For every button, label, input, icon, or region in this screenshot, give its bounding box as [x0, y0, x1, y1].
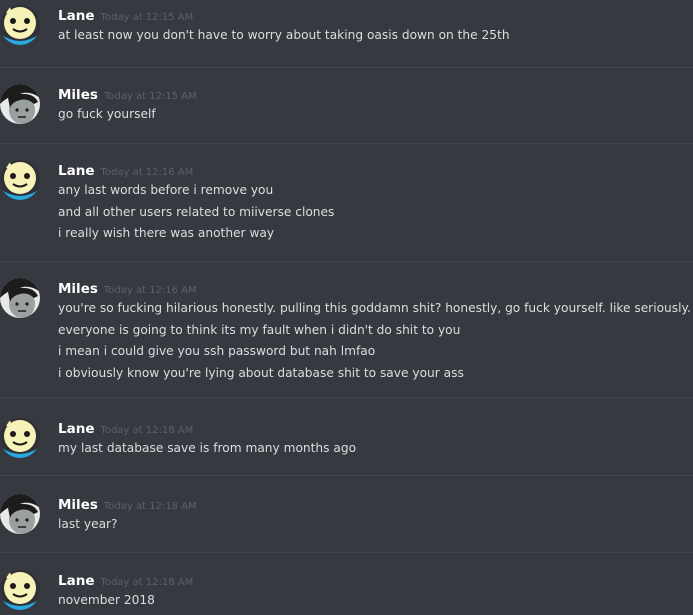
- username[interactable]: Lane: [58, 573, 94, 589]
- message-line: you're so fucking hilarious honestly. pu…: [58, 301, 691, 315]
- message-line: i obviously know you're lying about data…: [58, 365, 464, 380]
- miles-avatar-icon[interactable]: [0, 278, 40, 318]
- lane-avatar-icon[interactable]: [0, 418, 40, 458]
- message-group: Lane Today at 12:18 AM my last database s…: [0, 418, 693, 470]
- message-divider: [0, 261, 693, 262]
- username[interactable]: Lane: [58, 421, 94, 437]
- message-header: Lane Today at 12:18 AM: [58, 418, 193, 438]
- message-content: go fuck yourself: [58, 104, 688, 126]
- timestamp: Today at 12:18 AM: [100, 425, 194, 436]
- message-header: Lane Today at 12:15 AM: [58, 5, 193, 25]
- message-content: november 2018: [58, 590, 688, 612]
- message-line: any last words before i remove you: [58, 183, 274, 197]
- message-divider: [0, 397, 693, 398]
- username[interactable]: Miles: [58, 281, 98, 297]
- timestamp: Today at 12:18 AM: [100, 577, 194, 588]
- message-divider: [0, 552, 693, 553]
- message-line: go fuck yourself: [58, 107, 156, 121]
- username[interactable]: Lane: [58, 163, 94, 179]
- username[interactable]: Miles: [58, 497, 98, 513]
- message-group: Lane Today at 12:18 AM november 2018: [0, 570, 693, 615]
- lane-avatar-icon[interactable]: [0, 570, 40, 610]
- message-line: i really wish there was another way: [58, 226, 275, 240]
- message-header: Lane Today at 12:16 AM: [58, 160, 193, 180]
- message-line: november 2018: [58, 593, 155, 607]
- username[interactable]: Lane: [58, 8, 94, 24]
- timestamp: Today at 12:16 AM: [100, 167, 194, 178]
- message-content: my last database save is from many month…: [58, 438, 688, 460]
- message-group: Miles Today at 12:15 AM go fuck yourself: [0, 84, 693, 136]
- timestamp: Today at 12:16 AM: [103, 285, 197, 296]
- message-line: my last database save is from many month…: [58, 441, 357, 455]
- message-content: at least now you don't have to worry abo…: [58, 25, 688, 47]
- message-content: you're so fucking hilarious honestly. pu…: [58, 298, 691, 384]
- message-group: Lane Today at 12:16 AM any last words bef…: [0, 160, 693, 250]
- message-divider: [0, 143, 693, 144]
- message-group: Lane Today at 12:15 AM at least now you d…: [0, 5, 693, 65]
- message-line: and all other users related to miiverse …: [58, 204, 335, 219]
- lane-avatar-icon[interactable]: [0, 5, 40, 45]
- message-header: Miles Today at 12:16 AM: [58, 278, 197, 298]
- message-group: Miles Today at 12:16 AM you're so fucking…: [0, 278, 693, 388]
- lane-avatar-icon[interactable]: [0, 160, 40, 200]
- timestamp: Today at 12:15 AM: [103, 91, 197, 102]
- message-header: Lane Today at 12:18 AM: [58, 570, 193, 590]
- username[interactable]: Miles: [58, 87, 98, 103]
- timestamp: Today at 12:15 AM: [100, 12, 194, 23]
- message-divider: [0, 67, 693, 68]
- message-group: Miles Today at 12:18 AM last year?: [0, 494, 693, 546]
- message-header: Miles Today at 12:15 AM: [58, 84, 197, 104]
- message-line: last year?: [58, 517, 118, 531]
- timestamp: Today at 12:18 AM: [103, 501, 197, 512]
- message-line: at least now you don't have to worry abo…: [58, 28, 510, 42]
- miles-avatar-icon[interactable]: [0, 494, 40, 534]
- message-content: any last words before i remove you and a…: [58, 180, 688, 245]
- chat-messages-area: Lane Today at 12:15 AM at least now you d…: [0, 0, 693, 615]
- message-line: everyone is going to think its my fault …: [58, 322, 461, 337]
- miles-avatar-icon[interactable]: [0, 84, 40, 124]
- message-line: i mean i could give you ssh password but…: [58, 344, 376, 358]
- message-header: Miles Today at 12:18 AM: [58, 494, 197, 514]
- message-content: last year?: [58, 514, 688, 536]
- message-divider: [0, 475, 693, 476]
